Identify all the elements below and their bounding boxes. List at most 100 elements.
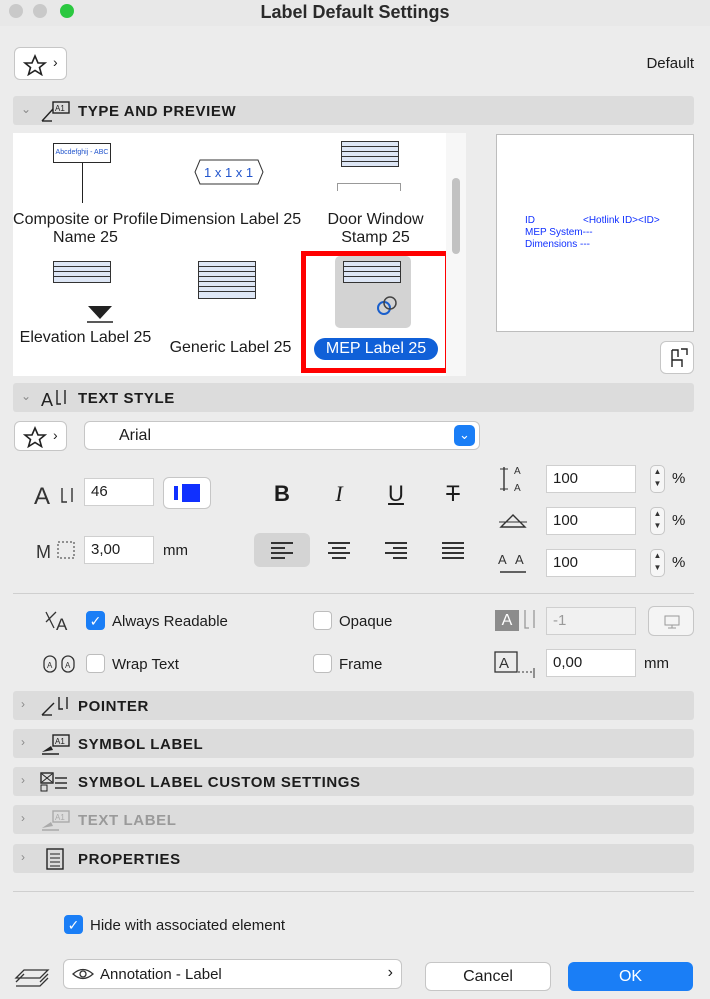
opaque-checkbox[interactable] bbox=[313, 611, 332, 630]
chevron-down-icon: ⌄ bbox=[21, 389, 32, 403]
always-readable-label: Always Readable bbox=[112, 613, 228, 630]
gallery-thumb bbox=[53, 261, 111, 283]
section-symbol-label-custom[interactable]: › SYMBOL LABEL CUSTOM SETTINGS bbox=[13, 767, 694, 796]
gallery-thumb: Abcdefghij - ABC bbox=[53, 143, 111, 163]
align-right-button[interactable] bbox=[368, 533, 424, 567]
align-center-icon bbox=[328, 542, 350, 562]
label-tool-icon: A1 bbox=[41, 101, 70, 122]
align-left-button[interactable] bbox=[254, 533, 310, 567]
default-label: Default bbox=[646, 55, 694, 72]
favorites-button[interactable]: › bbox=[14, 47, 67, 80]
frame-offset-unit: mm bbox=[644, 655, 669, 672]
bold-button[interactable]: B bbox=[262, 481, 302, 507]
svg-text:A: A bbox=[65, 661, 71, 670]
letter-spacing-icon: AA bbox=[498, 552, 526, 573]
divider bbox=[13, 593, 694, 594]
layer-select[interactable]: Annotation - Label › bbox=[63, 959, 402, 989]
window-title: Label Default Settings bbox=[260, 2, 450, 22]
hide-with-element-label: Hide with associated element bbox=[90, 917, 286, 934]
font-select[interactable]: Arial ⌄ bbox=[84, 421, 480, 450]
gallery-item-label: Door Window Stamp 25 bbox=[327, 211, 424, 246]
height-unit: % bbox=[672, 470, 686, 487]
frame-checkbox[interactable] bbox=[313, 654, 332, 673]
strikethrough-button[interactable]: T bbox=[433, 481, 473, 507]
pen-color-swatch bbox=[182, 484, 200, 502]
svg-text:A: A bbox=[41, 390, 53, 410]
section-title: TYPE AND PREVIEW bbox=[78, 103, 237, 120]
gallery-thumb bbox=[341, 141, 399, 167]
gallery-item-composite[interactable]: Abcdefghij - ABC Composite or Profile Na… bbox=[13, 133, 158, 253]
chevron-right-icon: › bbox=[53, 54, 58, 70]
gallery-item-elevation[interactable]: Elevation Label 25 bbox=[13, 253, 158, 376]
wrap-text-label: Wrap Text bbox=[112, 656, 179, 673]
pen-picker-button[interactable] bbox=[648, 606, 694, 636]
text-pen-color-button[interactable] bbox=[163, 477, 211, 509]
italic-button[interactable]: I bbox=[319, 481, 359, 507]
door-thumb-icon bbox=[337, 183, 401, 191]
dimension-thumb-icon: 1 x 1 x 1 bbox=[194, 159, 264, 185]
font-name: Arial bbox=[119, 427, 152, 444]
font-size-input[interactable]: 46 bbox=[84, 478, 154, 506]
text-label-icon: A1 bbox=[42, 810, 70, 831]
svg-text:A: A bbox=[56, 615, 68, 634]
star-icon bbox=[23, 54, 47, 76]
section-pointer[interactable]: › POINTER bbox=[13, 691, 694, 720]
section-text-style[interactable]: ⌄ A TEXT STYLE bbox=[13, 383, 694, 412]
letter-spacing-input[interactable]: 100 bbox=[546, 549, 636, 577]
svg-text:A: A bbox=[514, 466, 521, 477]
line-spacing-unit: mm bbox=[163, 542, 188, 559]
svg-text:M: M bbox=[36, 542, 51, 562]
star-icon bbox=[23, 426, 47, 448]
text-height-icon: AA bbox=[500, 466, 521, 494]
gallery-item-dimension[interactable]: 1 x 1 x 1 Dimension Label 25 bbox=[158, 133, 303, 253]
ok-button[interactable]: OK bbox=[568, 962, 693, 991]
gallery-item-generic[interactable]: Generic Label 25 bbox=[158, 253, 303, 376]
section-title: POINTER bbox=[78, 698, 149, 715]
gallery-item-label: Dimension Label 25 bbox=[159, 211, 302, 228]
label-type-gallery[interactable]: Abcdefghij - ABC Composite or Profile Na… bbox=[13, 133, 465, 376]
gallery-item-label: Composite or Profile Name 25 bbox=[13, 211, 158, 246]
wrap-text-checkbox[interactable] bbox=[86, 654, 105, 673]
svg-text:A: A bbox=[514, 483, 521, 494]
section-title: TEXT STYLE bbox=[78, 390, 175, 407]
text-favorites-button[interactable]: › bbox=[14, 421, 67, 451]
height-stepper[interactable]: ▲ ▼ bbox=[650, 465, 665, 493]
section-symbol-label[interactable]: › A1 SYMBOL LABEL bbox=[13, 729, 694, 758]
align-justify-icon bbox=[442, 542, 464, 562]
text-style-icon: A bbox=[41, 390, 66, 410]
gallery-thumb-text: 1 x 1 x 1 bbox=[204, 165, 253, 180]
section-properties[interactable]: › PROPERTIES bbox=[13, 844, 694, 873]
eye-icon bbox=[72, 968, 94, 980]
gallery-item-mep[interactable]: MEP Label 25 bbox=[301, 251, 450, 373]
frame-label: Frame bbox=[339, 656, 383, 673]
underline-button[interactable]: U bbox=[376, 481, 416, 507]
svg-text:A1: A1 bbox=[55, 813, 65, 822]
svg-text:A1: A1 bbox=[55, 104, 65, 113]
hide-with-element-checkbox[interactable]: ✓ bbox=[64, 915, 83, 934]
layers-icon bbox=[14, 969, 50, 987]
gallery-scrollbar[interactable] bbox=[446, 133, 466, 376]
text-height-input[interactable]: 100 bbox=[546, 465, 636, 493]
chair-preview-icon bbox=[671, 348, 688, 367]
text-width-input[interactable]: 100 bbox=[546, 507, 636, 535]
chevron-right-icon: › bbox=[53, 427, 58, 443]
line-spacing-input[interactable]: 3,00 bbox=[84, 536, 154, 564]
align-justify-button[interactable] bbox=[425, 533, 481, 567]
width-stepper[interactable]: ▲ ▼ bbox=[650, 507, 665, 535]
width-unit: % bbox=[672, 512, 686, 529]
align-left-icon bbox=[271, 542, 293, 562]
frame-offset-icon: A bbox=[494, 651, 535, 678]
gallery-item-door-window[interactable]: Door Window Stamp 25 bbox=[303, 133, 448, 253]
section-type-and-preview[interactable]: ⌄ A1 TYPE AND PREVIEW bbox=[13, 96, 694, 125]
always-readable-checkbox[interactable]: ✓ bbox=[86, 611, 105, 630]
frame-offset-input[interactable]: 0,00 bbox=[546, 649, 636, 677]
background-pen-input[interactable]: -1 bbox=[546, 607, 636, 635]
chevron-right-icon: › bbox=[21, 850, 25, 864]
chevron-right-icon: › bbox=[21, 697, 25, 711]
align-center-button[interactable] bbox=[311, 533, 367, 567]
letter-spacing-stepper[interactable]: ▲ ▼ bbox=[650, 549, 665, 577]
preview-settings-button[interactable] bbox=[660, 341, 694, 374]
cancel-button[interactable]: Cancel bbox=[425, 962, 551, 991]
scrollbar-thumb[interactable] bbox=[452, 178, 460, 254]
text-width-icon bbox=[499, 514, 527, 528]
